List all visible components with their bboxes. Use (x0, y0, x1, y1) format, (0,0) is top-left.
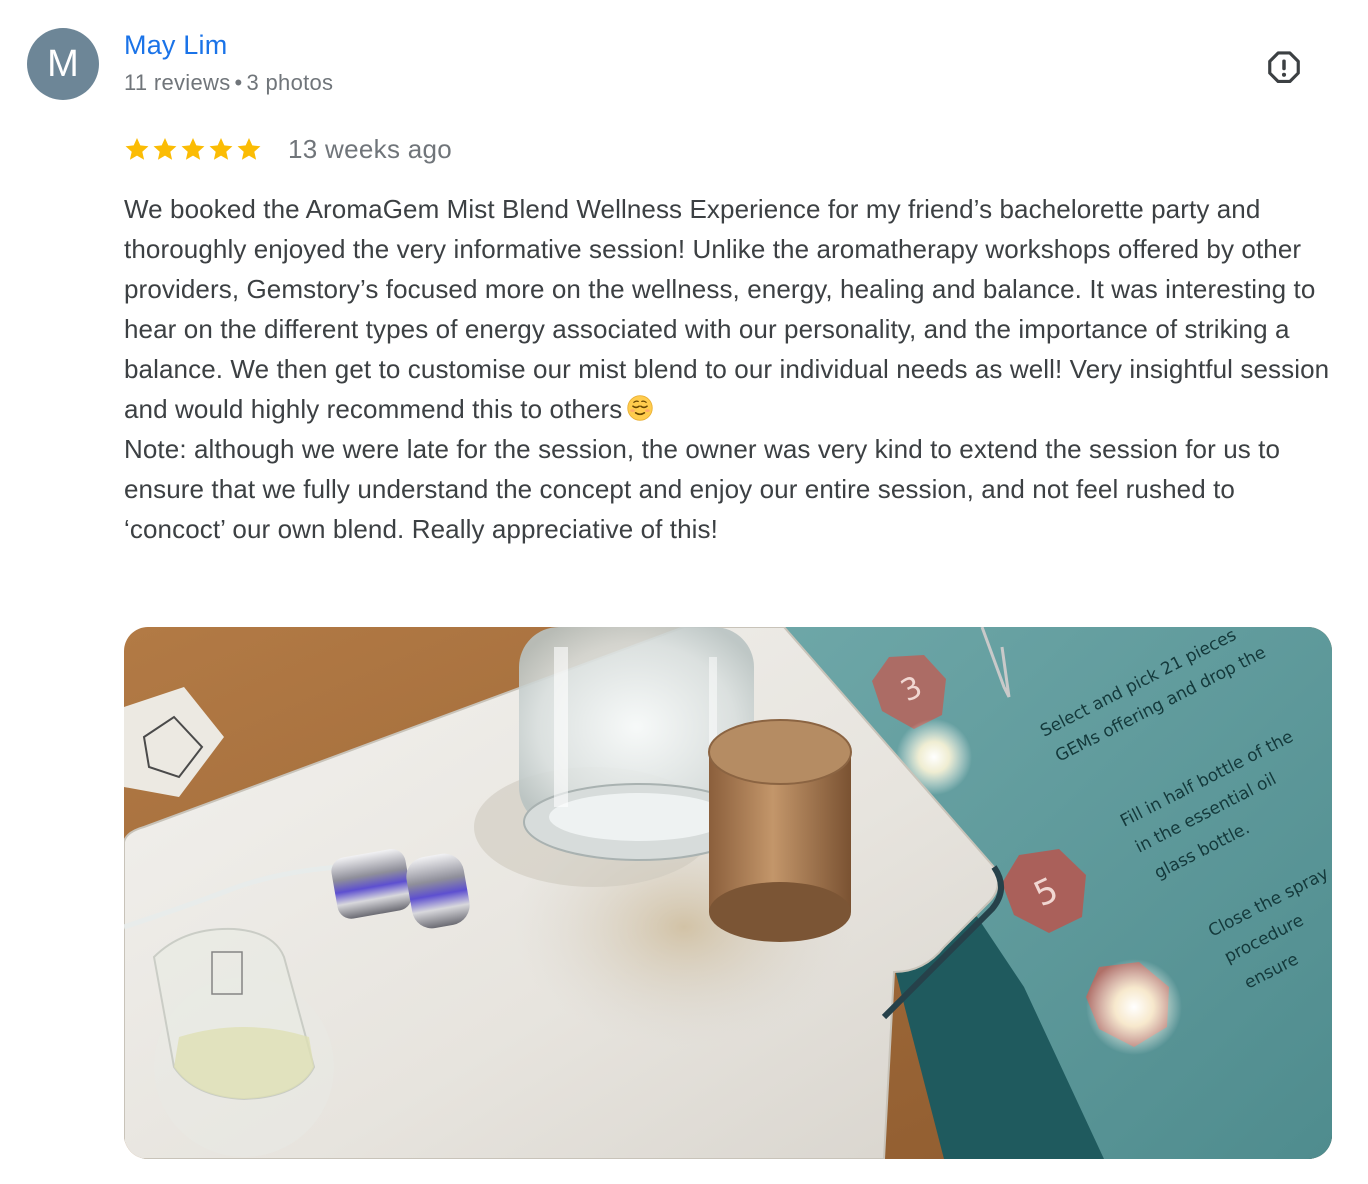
author-photo-count: 3 photos (246, 70, 334, 95)
relieved-face-emoji (627, 395, 654, 421)
author-name-link[interactable]: May Lim (124, 30, 227, 61)
author-review-count: 11 reviews (124, 70, 231, 95)
author-meta: 11 reviews • 3 photos (124, 70, 333, 96)
star-icon (209, 137, 233, 160)
star-icon (181, 137, 205, 160)
star-rating (124, 136, 262, 162)
review-paragraph-text: We booked the AromaGem Mist Blend Wellne… (124, 194, 1330, 424)
light-reflection (1086, 959, 1182, 1055)
review-date: 13 weeks ago (288, 133, 453, 164)
rating-row: 13 weeks ago (124, 132, 452, 166)
star-icon (125, 137, 149, 160)
star-icon (153, 137, 177, 160)
wooden-cap (708, 719, 852, 942)
star-icon (237, 137, 261, 160)
report-review-button[interactable] (1264, 48, 1304, 88)
meta-separator: • (234, 70, 243, 95)
review-note-paragraph: Note: although we were late for the sess… (124, 434, 1281, 544)
review-text: We booked the AromaGem Mist Blend Wellne… (124, 189, 1336, 549)
review-photo[interactable]: 3 5 Select and pick 21 pieces GEMs offer… (124, 627, 1332, 1159)
photo-scene: 3 5 Select and pick 21 pieces GEMs offer… (124, 627, 1332, 1159)
avatar[interactable]: M (27, 28, 99, 100)
avatar-initial: M (47, 42, 79, 85)
report-icon (1268, 51, 1300, 84)
review-paragraph: We booked the AromaGem Mist Blend Wellne… (124, 189, 1336, 429)
